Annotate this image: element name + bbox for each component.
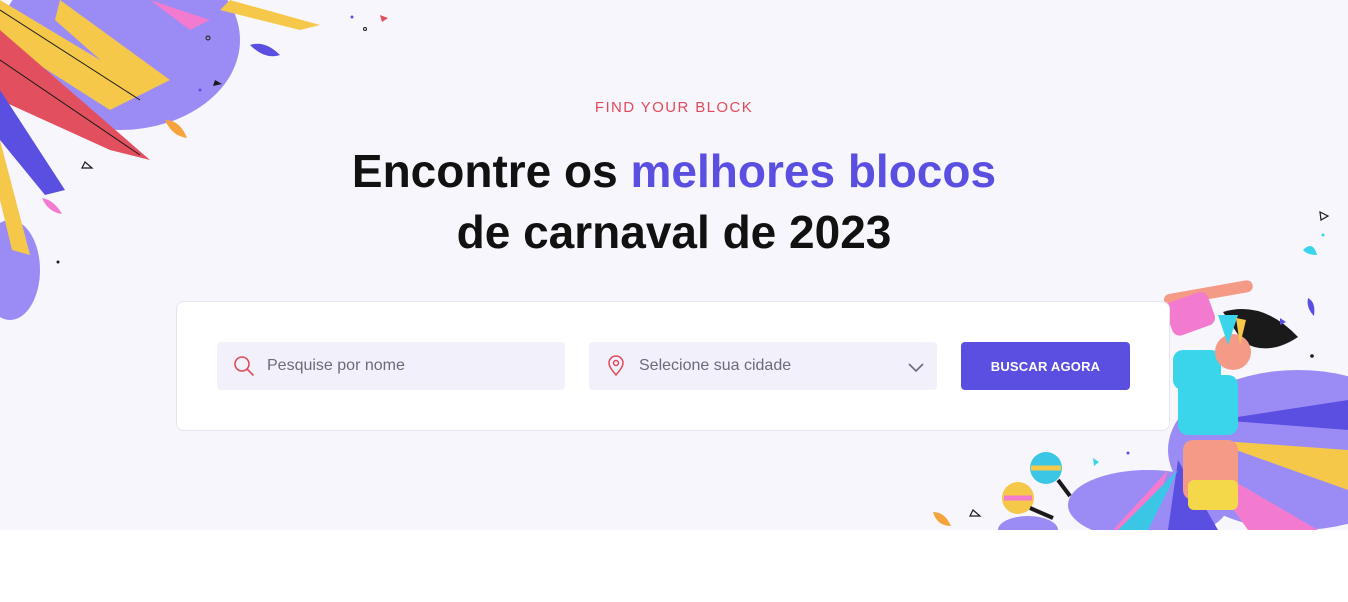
headline-part2: de carnaval de 2023: [456, 206, 892, 258]
headline-accent: melhores blocos: [630, 145, 997, 197]
search-card: Selecione sua cidade BUSCAR AGORA: [176, 301, 1170, 431]
name-search-field[interactable]: [217, 342, 565, 390]
map-pin-icon: [608, 355, 624, 377]
search-icon: [234, 356, 254, 376]
city-select[interactable]: Selecione sua cidade: [589, 342, 937, 390]
headline-part1: Encontre os: [351, 145, 631, 197]
page-title: Encontre os melhores blocos de carnaval …: [0, 141, 1348, 263]
section-eyebrow: FIND YOUR BLOCK: [594, 99, 754, 116]
chevron-down-icon[interactable]: [907, 358, 925, 376]
city-select-value: Selecione sua cidade: [639, 357, 792, 374]
search-input[interactable]: [267, 342, 547, 390]
hero-section: FIND YOUR BLOCK Encontre os melhores blo…: [0, 0, 1348, 530]
search-submit-button[interactable]: BUSCAR AGORA: [961, 342, 1130, 390]
